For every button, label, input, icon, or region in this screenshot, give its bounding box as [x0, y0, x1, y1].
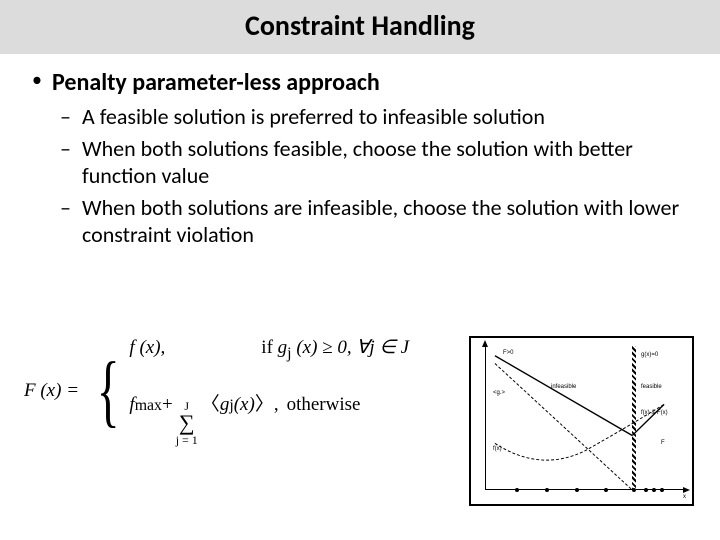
tick	[652, 488, 656, 492]
formula-case-1: f (x), if gj (x) ≥ 0, ∀j ∈ J	[129, 336, 409, 363]
bullet-lvl2-2: When both solutions feasible, choose the…	[28, 135, 692, 190]
plot-svg	[485, 346, 684, 490]
slide: Constraint Handling Penalty parameter-le…	[0, 0, 720, 540]
formula-block: F (x) = { f (x), if gj (x) ≥ 0, ∀j ∈ J f…	[0, 336, 469, 446]
case2-comma: ,	[274, 394, 279, 416]
tick	[644, 488, 648, 492]
case2-plus: +	[162, 394, 173, 416]
sum-symbol: J ∑ j = 1	[176, 400, 198, 446]
case1-fx: f (x),	[129, 337, 165, 359]
tick	[515, 488, 519, 492]
angle-close-icon: 〉	[255, 389, 274, 416]
label-g0: g(x)=0	[641, 352, 658, 358]
case1-gj: g	[278, 337, 288, 358]
bullet-lvl2-1: A feasible solution is preferred to infe…	[28, 103, 692, 131]
tick	[604, 488, 608, 492]
sum-bot: j = 1	[176, 434, 198, 446]
curve-Fx-infeasible	[495, 356, 632, 436]
case1-if: if	[261, 337, 277, 358]
tick	[575, 488, 579, 492]
case1-rest: (x) ≥ 0, ∀j ∈ J	[292, 337, 410, 358]
label-fx: f(x)	[493, 446, 502, 452]
label-feasible: feasible	[641, 384, 662, 390]
title-bar: Constraint Handling	[0, 0, 720, 54]
bullet-lvl2-3: When both solutions are infeasible, choo…	[28, 194, 692, 249]
bullet-lvl1-text: Penalty parameter-less approach	[52, 68, 380, 97]
slide-title: Constraint Handling	[0, 8, 720, 43]
label-Fx: F>0	[503, 350, 514, 356]
label-fx-Fx: f(x) & F(x)	[641, 410, 668, 416]
formula-lhs: F (x) =	[24, 380, 79, 402]
brace-wrap: { f (x), if gj (x) ≥ 0, ∀j ∈ J fmax + J	[89, 336, 409, 446]
chart-box: F>0 <g.> f(x) infeasible feasible g(x)=0…	[469, 336, 694, 506]
case2-max: max	[135, 397, 162, 415]
case2-gx: (x)	[234, 394, 255, 416]
axis-x-label: x	[683, 494, 686, 500]
figure-row: F (x) = { f (x), if gj (x) ≥ 0, ∀j ∈ J f…	[0, 336, 720, 516]
brace-icon: {	[97, 361, 120, 421]
label-infeasible: infeasible	[551, 384, 576, 390]
angle-open-icon: 〈	[201, 389, 220, 416]
formula-case-2: fmax + J ∑ j = 1 〈gj (x)〉, otherwise	[129, 389, 409, 446]
tick	[632, 488, 636, 492]
formula-cases: f (x), if gj (x) ≥ 0, ∀j ∈ J fmax + J ∑ …	[129, 336, 409, 446]
curve-fx	[495, 404, 664, 460]
tick	[545, 488, 549, 492]
curve-g	[495, 364, 632, 490]
label-g: <g.>	[493, 390, 505, 396]
label-Fcap: F	[661, 440, 665, 446]
content-area: Penalty parameter-less approach A feasib…	[0, 54, 720, 249]
sigma-icon: ∑	[179, 412, 195, 434]
case2-otherwise: otherwise	[287, 394, 361, 416]
case2-gj: g	[220, 394, 230, 416]
tick	[660, 488, 664, 492]
bullet-lvl1: Penalty parameter-less approach	[28, 68, 692, 97]
case1-cond: if gj (x) ≥ 0, ∀j ∈ J	[261, 336, 409, 363]
chart-inner: F>0 <g.> f(x) infeasible feasible g(x)=0…	[485, 346, 684, 490]
